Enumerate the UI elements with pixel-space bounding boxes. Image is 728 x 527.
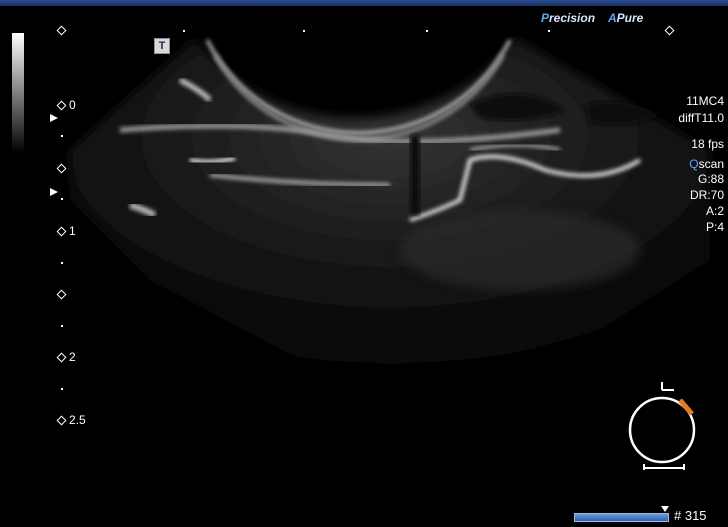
speckle-region	[400, 210, 640, 290]
focus-marker-icon[interactable]	[50, 114, 58, 122]
top-marker-dot	[426, 30, 428, 32]
top-marker-dot	[548, 30, 550, 32]
top-marker-dot	[183, 30, 185, 32]
depth-label-2-5: 2.5	[69, 413, 86, 427]
precision-label: Precision	[541, 11, 595, 25]
qscan-label: Qscan	[689, 157, 724, 171]
gain-label: G:88	[697, 172, 724, 186]
depth-tick-dot	[61, 325, 63, 327]
scan-sector	[70, 38, 710, 370]
depth-tick-dot	[61, 198, 63, 200]
frame-rate-label: 18 fps	[691, 137, 724, 151]
mode-label: diffT11.0	[678, 111, 724, 125]
cine-position-marker-icon[interactable]	[661, 506, 669, 512]
qscan-rest: scan	[698, 157, 724, 171]
apure-rest: Pure	[616, 11, 644, 25]
top-marker-dot	[303, 30, 305, 32]
dynamic-range-label: DR:70	[689, 188, 724, 202]
frame-count: # 315	[674, 508, 707, 523]
p-param-label: P:4	[705, 220, 724, 234]
depth-tick-dot	[61, 262, 63, 264]
shadow-column	[410, 135, 420, 215]
probe-orientation-icon	[628, 382, 696, 470]
transducer-label: 11MC4	[686, 94, 724, 108]
grayscale-bar	[12, 33, 24, 153]
ultrasound-image	[70, 38, 710, 370]
depth-label-1: 1	[69, 224, 76, 238]
apure-label: APure	[608, 11, 643, 25]
apure-initial: A	[608, 11, 617, 25]
orientation-button[interactable]: T	[154, 38, 170, 54]
qscan-initial: Q	[689, 157, 699, 171]
a-param-label: A:2	[705, 204, 724, 218]
focus-marker-icon[interactable]	[50, 188, 58, 196]
depth-tick-dot	[61, 135, 63, 137]
depth-label-2: 2	[69, 350, 76, 364]
precision-rest: recision	[549, 11, 596, 25]
depth-label-0: 0	[69, 98, 76, 112]
precision-initial: P	[541, 11, 550, 25]
depth-tick-dot	[61, 388, 63, 390]
cine-progress-bar[interactable]	[574, 513, 669, 522]
